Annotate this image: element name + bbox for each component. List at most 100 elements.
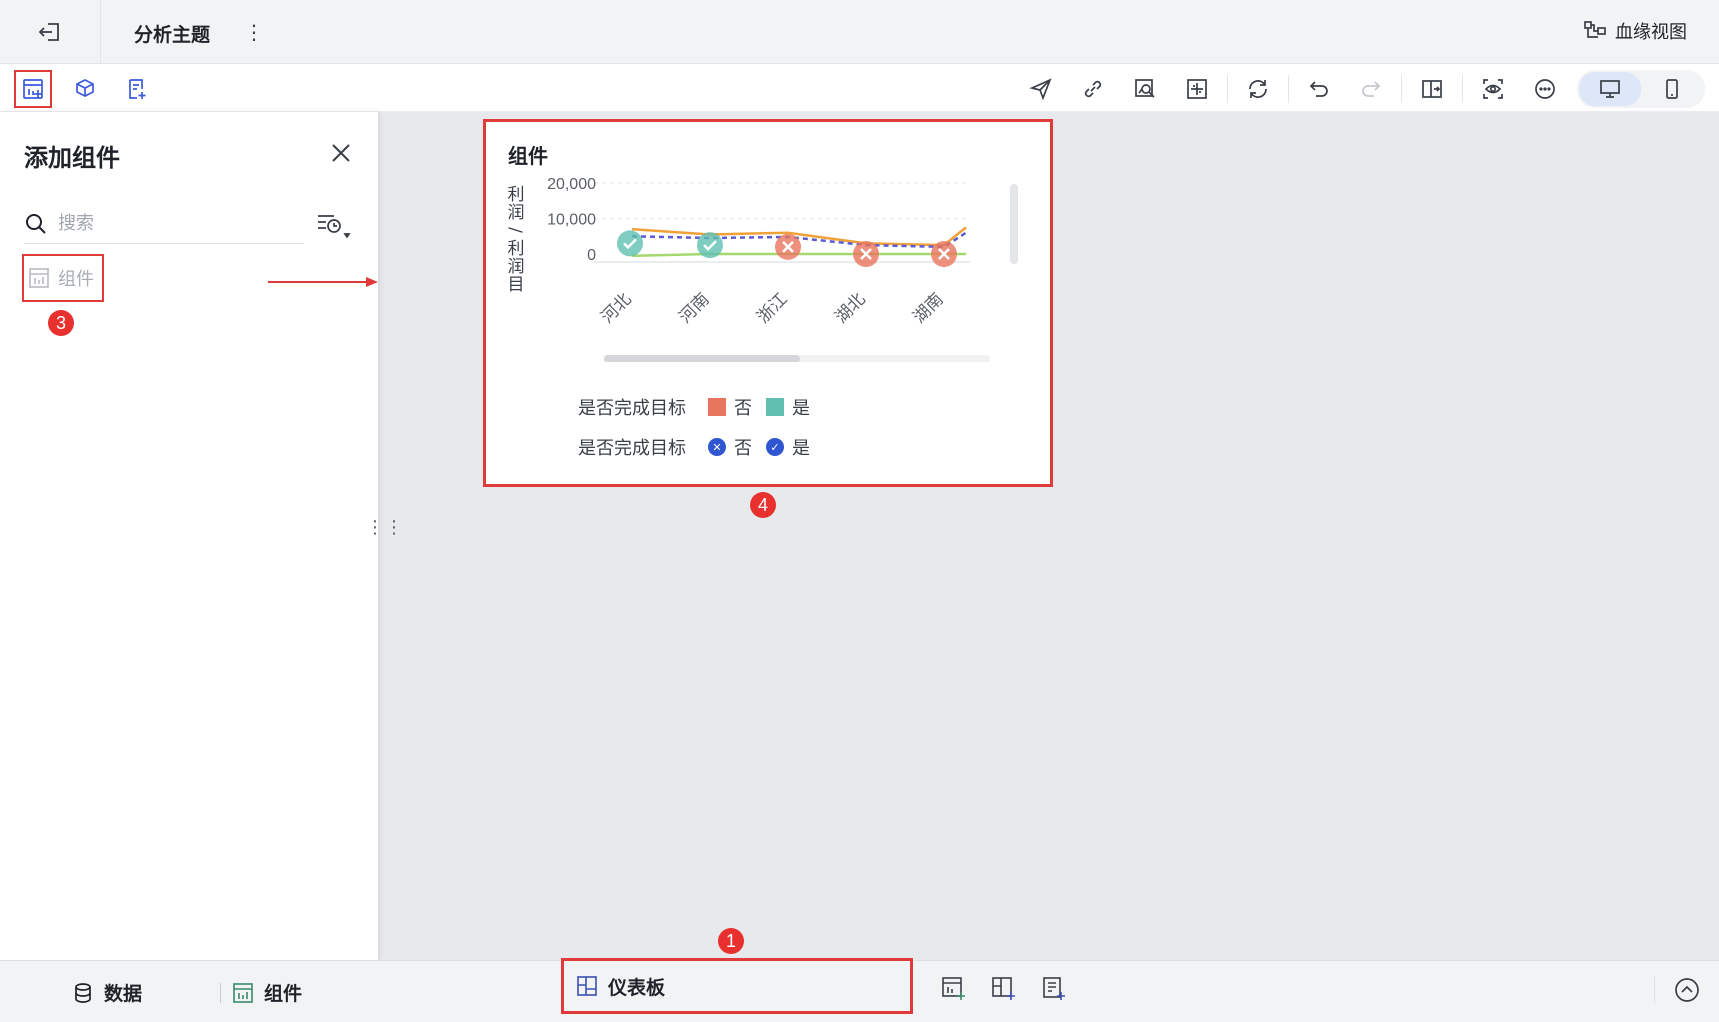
step-badge-3: 3 [48, 310, 74, 336]
toolbar [0, 64, 1719, 112]
drag-arrow [268, 277, 378, 287]
top-bar: 分析主题 ⋮ 血缘视图 [0, 0, 1719, 64]
legend-label-yes[interactable]: 是 [792, 394, 810, 420]
divider [1288, 75, 1289, 103]
divider [1654, 977, 1655, 1003]
preview-data-button[interactable] [1119, 71, 1171, 107]
cross-icon: ✕ [708, 438, 726, 456]
database-icon [75, 982, 91, 1003]
sort-history-icon [318, 215, 351, 239]
tab-component[interactable]: 组件 [232, 979, 302, 1006]
device-toggle [1577, 70, 1705, 108]
legend-swatch-no [708, 398, 726, 416]
add-dashboard-icon [992, 977, 1015, 1000]
desktop-view-button[interactable] [1579, 72, 1641, 106]
refresh-button[interactable] [1232, 71, 1284, 107]
redo-button[interactable] [1345, 71, 1397, 107]
sort-filter-button[interactable] [316, 208, 354, 242]
data-point [617, 230, 643, 257]
preview-button[interactable] [1467, 71, 1519, 107]
lineage-view-button[interactable]: 血缘视图 [1583, 18, 1687, 44]
legend-title: 是否完成目标 [578, 438, 686, 459]
close-icon[interactable] [328, 140, 354, 166]
more-vertical-icon[interactable]: ⋮ [244, 20, 264, 44]
add-report-icon [1043, 977, 1065, 1000]
y-axis-label: 润 [508, 203, 525, 223]
legend-label-no[interactable]: 否 [734, 394, 752, 420]
x-tick-label: 湖南 [909, 289, 947, 327]
tab-dashboard-label: 仪表板 [608, 976, 666, 999]
add-dataset-button[interactable] [68, 72, 102, 106]
y-tick-label: 20,000 [547, 176, 596, 193]
y-axis-label: 润 [508, 257, 525, 277]
redo-icon [1362, 81, 1381, 97]
tab-component-label: 组件 [264, 983, 303, 1005]
x-tick-label: 河北 [597, 289, 635, 327]
send-button[interactable] [1015, 71, 1067, 107]
chart-component-card[interactable]: 组件 20,000 10,000 0 利润 / 利润目河北 河南 浙江 湖北 湖南 是否完成目标 … [483, 119, 1053, 487]
refresh-icon [1249, 80, 1267, 98]
divider [1401, 75, 1402, 103]
resize-handle-icon[interactable]: ⋮⋮ [366, 519, 404, 537]
split-view-button[interactable] [1406, 71, 1458, 107]
divider [100, 0, 101, 64]
link-button[interactable] [1067, 71, 1119, 107]
add-report-button[interactable] [1038, 973, 1070, 1005]
legend-swatch-yes [766, 398, 784, 416]
undo-icon [1309, 81, 1328, 97]
y-axis-label: 目 [508, 275, 525, 295]
vertical-scrollbar [1010, 184, 1018, 264]
tab-dashboard[interactable]: 仪表板 [561, 958, 913, 1014]
line-chart: 20,000 10,000 0 利润 / 利润目河北 河南 浙江 湖北 湖南 [505, 176, 1018, 362]
horizontal-scrollbar [604, 355, 800, 362]
link-icon [1084, 80, 1102, 98]
y-axis-label: / [505, 227, 525, 233]
collapse-up-icon[interactable] [1672, 975, 1702, 1005]
preview-data-icon [1135, 79, 1155, 98]
exit-icon[interactable] [36, 20, 64, 44]
tab-data[interactable]: 数据 [72, 979, 142, 1006]
add-text-button[interactable] [120, 72, 154, 106]
legend-label-no[interactable]: 否 [734, 434, 752, 460]
undo-button[interactable] [1293, 71, 1345, 107]
series-line [631, 252, 966, 258]
divider [220, 983, 221, 1003]
marker-legend: 是否完成目标 ✕ 否 ✓ 是 [578, 434, 816, 460]
add-text-icon [129, 79, 146, 99]
legend-title: 是否完成目标 [578, 398, 686, 419]
data-point [697, 232, 723, 259]
add-component-panel: 添加组件 组件 ⋮⋮ [0, 112, 403, 960]
more-button[interactable] [1519, 71, 1571, 107]
more-icon [1535, 79, 1555, 99]
page-title: 分析主题 [134, 24, 211, 46]
chart-component-icon [233, 982, 253, 1003]
lineage-icon [1584, 21, 1606, 38]
desktop-icon [1600, 80, 1620, 98]
dataset-icon [76, 79, 94, 97]
layout-grid-button[interactable] [1171, 71, 1223, 107]
search-box [24, 204, 304, 244]
x-tick-label: 浙江 [753, 289, 791, 327]
step-badge-1: 1 [718, 928, 744, 954]
bottom-bar: 数据 组件 仪表板 [0, 958, 1719, 1022]
legend-label-yes[interactable]: 是 [792, 434, 810, 460]
mobile-view-button[interactable] [1641, 72, 1703, 106]
check-icon: ✓ [766, 438, 784, 456]
search-input[interactable] [58, 213, 278, 234]
chart-component-icon [29, 268, 49, 288]
x-tick-label: 河南 [675, 289, 713, 327]
y-axis-label: 利 [508, 185, 525, 205]
y-tick-label: 0 [587, 247, 596, 264]
eye-icon [1483, 79, 1503, 99]
mobile-icon [1666, 79, 1678, 99]
grid-icon [1187, 79, 1207, 99]
component-item[interactable]: 组件 [22, 254, 104, 302]
add-component-button[interactable] [14, 70, 52, 108]
color-legend: 是否完成目标 否 是 [578, 394, 816, 420]
divider [1462, 75, 1463, 103]
divider [1227, 75, 1228, 103]
add-chart-button[interactable] [938, 973, 970, 1005]
add-dashboard-button[interactable] [988, 973, 1020, 1005]
search-icon [26, 213, 46, 234]
split-view-icon [1422, 80, 1442, 98]
